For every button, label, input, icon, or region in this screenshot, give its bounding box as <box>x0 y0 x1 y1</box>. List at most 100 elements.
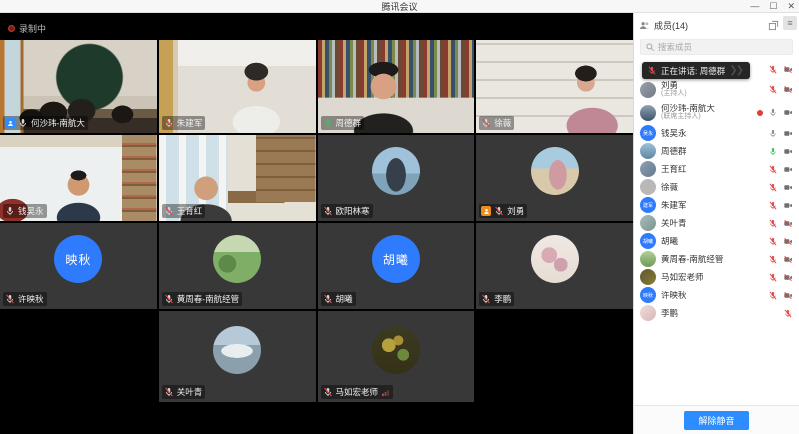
minimize-button[interactable]: — <box>750 0 759 13</box>
mic-on-icon[interactable] <box>768 108 778 117</box>
camera-off-icon[interactable] <box>783 65 793 74</box>
avatar <box>531 147 579 195</box>
participant-grid: 何沙玮-南航大 朱建军 周德群 <box>0 40 633 402</box>
avatar <box>640 161 656 177</box>
avatar-initials: 吴永 <box>640 125 656 141</box>
window-title: 腾讯会议 <box>381 0 417 13</box>
member-row[interactable]: 李鹏 <box>634 304 799 322</box>
member-name: 刘勇 <box>661 81 763 90</box>
participant-name: 马如宏老师 <box>336 386 379 398</box>
avatar-tile[interactable]: 马如宏老师 <box>318 311 475 402</box>
mic-active-icon[interactable] <box>768 147 778 156</box>
avatar-tile[interactable]: 关叶青 <box>159 311 316 402</box>
member-name: 徐薇 <box>661 183 763 192</box>
member-row[interactable]: 马如宏老师 <box>634 268 799 286</box>
camera-icon[interactable] <box>783 183 793 192</box>
mic-muted-icon[interactable] <box>768 291 778 300</box>
camera-off-icon[interactable] <box>783 85 793 94</box>
member-row[interactable]: 黄周春-南航经管 <box>634 250 799 268</box>
mic-muted-icon[interactable] <box>768 65 778 74</box>
avatar <box>640 82 656 98</box>
tile-name-label: 黄周春-南航经管 <box>162 292 242 306</box>
camera-icon[interactable] <box>783 108 793 117</box>
camera-off-icon[interactable] <box>783 237 793 246</box>
member-role: (主持人) <box>661 90 763 97</box>
camera-off-icon[interactable] <box>783 291 793 300</box>
camera-icon[interactable] <box>783 147 793 156</box>
participant-name: 徐薇 <box>494 117 511 129</box>
members-panel-header: 成员(14) ✕ <box>634 13 799 37</box>
member-row[interactable]: 徐薇 <box>634 178 799 196</box>
avatar-tile[interactable]: 欧阳林寒 <box>318 135 475 221</box>
maximize-button[interactable]: ☐ <box>769 0 777 13</box>
video-tile[interactable]: 王育红 <box>159 135 316 221</box>
member-name: 周德群 <box>661 147 763 156</box>
participant-name: 黄周春-南航经管 <box>177 293 239 305</box>
members-icon <box>639 20 650 31</box>
member-row[interactable]: 建军 朱建军 <box>634 196 799 214</box>
member-row[interactable]: 王育红 <box>634 160 799 178</box>
panel-menu-button[interactable]: ≡ <box>783 16 797 30</box>
participant-name: 朱建军 <box>177 117 203 129</box>
mic-muted-icon[interactable] <box>768 201 778 210</box>
mic-on-icon <box>5 206 15 216</box>
mic-muted-icon <box>647 66 657 75</box>
avatar-tile[interactable]: 黄周春-南航经管 <box>159 223 316 309</box>
video-tile[interactable]: 朱建军 <box>159 40 316 133</box>
member-row[interactable]: 胡曦 胡曦 <box>634 232 799 250</box>
avatar <box>372 326 420 374</box>
member-row[interactable]: 吴永 钱吴永 <box>634 124 799 142</box>
member-name: 钱吴永 <box>661 129 763 138</box>
video-grid-area: 录制中 何沙玮-南航大 朱建军 <box>0 13 633 434</box>
mic-muted-icon <box>481 294 491 304</box>
camera-icon[interactable] <box>783 201 793 210</box>
member-row[interactable]: 映秋 许映秋 <box>634 286 799 304</box>
camera-off-icon[interactable] <box>783 255 793 264</box>
member-row[interactable]: 刘勇 (主持人) <box>634 78 799 101</box>
mic-on-icon[interactable] <box>768 129 778 138</box>
member-name: 胡曦 <box>661 237 763 246</box>
video-tile[interactable]: 何沙玮-南航大 <box>0 40 157 133</box>
mic-muted-icon[interactable] <box>768 85 778 94</box>
member-name: 王育红 <box>661 165 763 174</box>
unmute-button[interactable]: 解除静音 <box>684 411 748 430</box>
video-tile[interactable]: 徐薇 <box>476 40 633 133</box>
record-icon <box>8 25 15 32</box>
mic-muted-icon[interactable] <box>768 219 778 228</box>
participant-name: 胡曦 <box>336 293 353 305</box>
mic-muted-icon[interactable] <box>783 309 793 318</box>
mic-muted-icon <box>323 294 333 304</box>
search-box[interactable] <box>640 39 793 55</box>
video-tile-speaking[interactable]: 周德群 <box>318 40 475 133</box>
tile-name-label: 关叶青 <box>162 385 206 399</box>
mic-muted-icon[interactable] <box>768 183 778 192</box>
mic-active-icon <box>323 118 333 128</box>
avatar-tile[interactable]: 胡曦 胡曦 <box>318 223 475 309</box>
search-input[interactable] <box>658 42 788 52</box>
mic-on-icon <box>18 118 28 128</box>
recording-dot-icon <box>757 110 763 116</box>
avatar-tile[interactable]: 李鹏 <box>476 223 633 309</box>
member-row[interactable]: 何沙玮-南航大 (联席主持人) <box>634 101 799 124</box>
mic-muted-icon <box>5 294 15 304</box>
mic-muted-icon[interactable] <box>768 273 778 282</box>
mic-muted-icon[interactable] <box>768 237 778 246</box>
avatar-tile[interactable]: 映秋 许映秋 <box>0 223 157 309</box>
speaking-toast: 正在讲话: 周德群 ❯❯ <box>642 62 750 79</box>
member-row[interactable]: 周德群 <box>634 142 799 160</box>
mic-muted-icon <box>481 118 491 128</box>
avatar-initials: 建军 <box>640 197 656 213</box>
popout-panel-icon[interactable] <box>768 20 779 31</box>
camera-icon[interactable] <box>783 129 793 138</box>
camera-icon[interactable] <box>783 165 793 174</box>
mic-muted-icon[interactable] <box>768 255 778 264</box>
member-row[interactable]: 关叶青 <box>634 214 799 232</box>
video-tile[interactable]: 钱吴永 <box>0 135 157 221</box>
camera-off-icon[interactable] <box>783 219 793 228</box>
close-button[interactable]: ✕ <box>787 0 795 13</box>
avatar-tile[interactable]: 刘勇 <box>476 135 633 221</box>
participant-name: 王育红 <box>177 205 203 217</box>
mic-muted-icon[interactable] <box>768 165 778 174</box>
participant-name: 刘勇 <box>507 205 524 217</box>
camera-off-icon[interactable] <box>783 273 793 282</box>
